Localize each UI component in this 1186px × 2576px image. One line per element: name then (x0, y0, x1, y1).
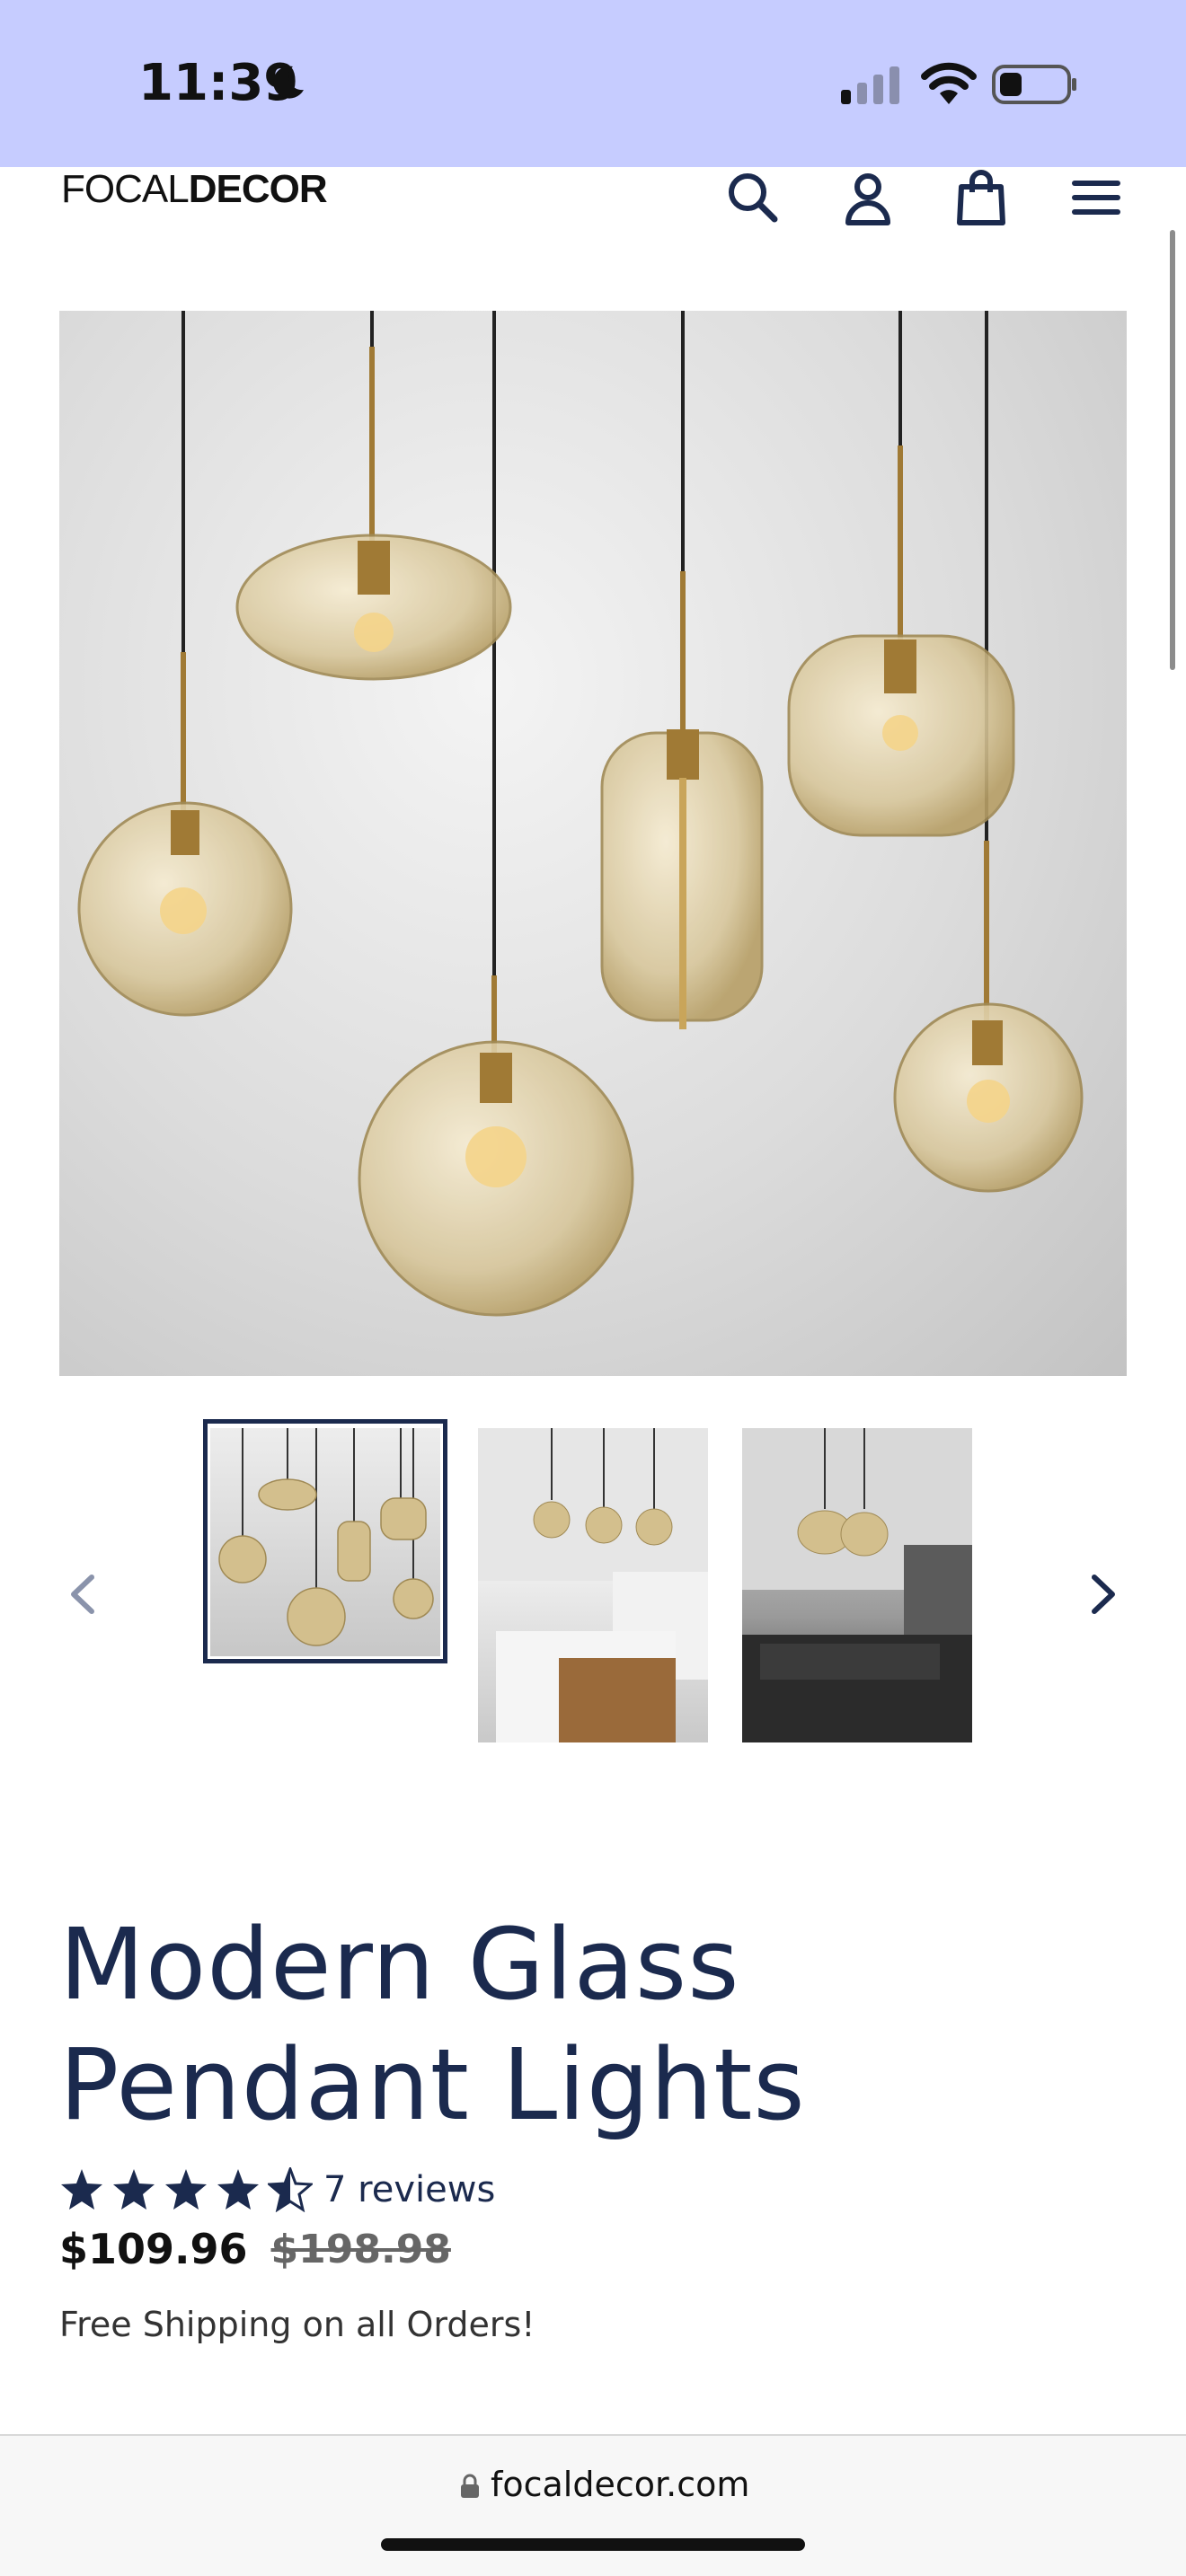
shipping-note: Free Shipping on all Orders! (59, 2305, 535, 2344)
reviews-link[interactable]: 7 reviews (323, 2169, 495, 2210)
thumbnail-3-image (742, 1428, 972, 1742)
pendant-lights-photo (77, 311, 1084, 1317)
star-filled-icon (217, 2169, 259, 2210)
product-rating[interactable]: 7 reviews (59, 2165, 495, 2215)
cellular-signal-icon (841, 66, 899, 104)
wifi-icon (921, 62, 977, 104)
star-half-icon (268, 2167, 313, 2212)
product-title: Modern Glass Pendant Lights (59, 1907, 806, 2142)
browser-url[interactable]: focaldecor.com (491, 2465, 749, 2504)
thumbnail-2-image (478, 1428, 708, 1742)
battery-icon (992, 65, 1076, 104)
chevron-left-icon[interactable] (65, 1572, 101, 1617)
star-filled-icon (165, 2169, 207, 2210)
thumbnail-1[interactable] (210, 1428, 440, 1656)
thumbnail-2[interactable] (478, 1428, 708, 1742)
compare-at-price: $198.98 (270, 2226, 451, 2272)
shopping-bag-icon[interactable] (952, 169, 1010, 226)
site-header: FOCALDECOR (0, 167, 1186, 248)
moon-icon (273, 66, 304, 99)
thumbnail-1-image (218, 1428, 434, 1646)
status-bar: 11:39 (0, 0, 1186, 167)
price-row: $109.96 $198.98 (59, 2222, 451, 2276)
main-product-image[interactable] (59, 311, 1127, 1376)
browser-address-bar[interactable] (0, 2436, 1186, 2576)
sale-price: $109.96 (59, 2225, 248, 2273)
logo-light-text: FOCAL (61, 167, 190, 211)
logo-bold-text: DECOR (188, 167, 328, 211)
chevron-right-icon[interactable] (1085, 1572, 1121, 1617)
star-filled-icon (113, 2169, 155, 2210)
site-logo[interactable]: FOCALDECOR (61, 167, 328, 212)
page-scrollbar[interactable] (1170, 230, 1175, 670)
account-icon[interactable] (839, 169, 897, 226)
hamburger-menu-icon[interactable] (1067, 169, 1125, 226)
lock-icon (461, 2474, 479, 2498)
thumbnail-3[interactable] (742, 1428, 972, 1742)
star-filled-icon (61, 2169, 102, 2210)
search-icon[interactable] (724, 169, 782, 226)
home-indicator (381, 2538, 805, 2551)
